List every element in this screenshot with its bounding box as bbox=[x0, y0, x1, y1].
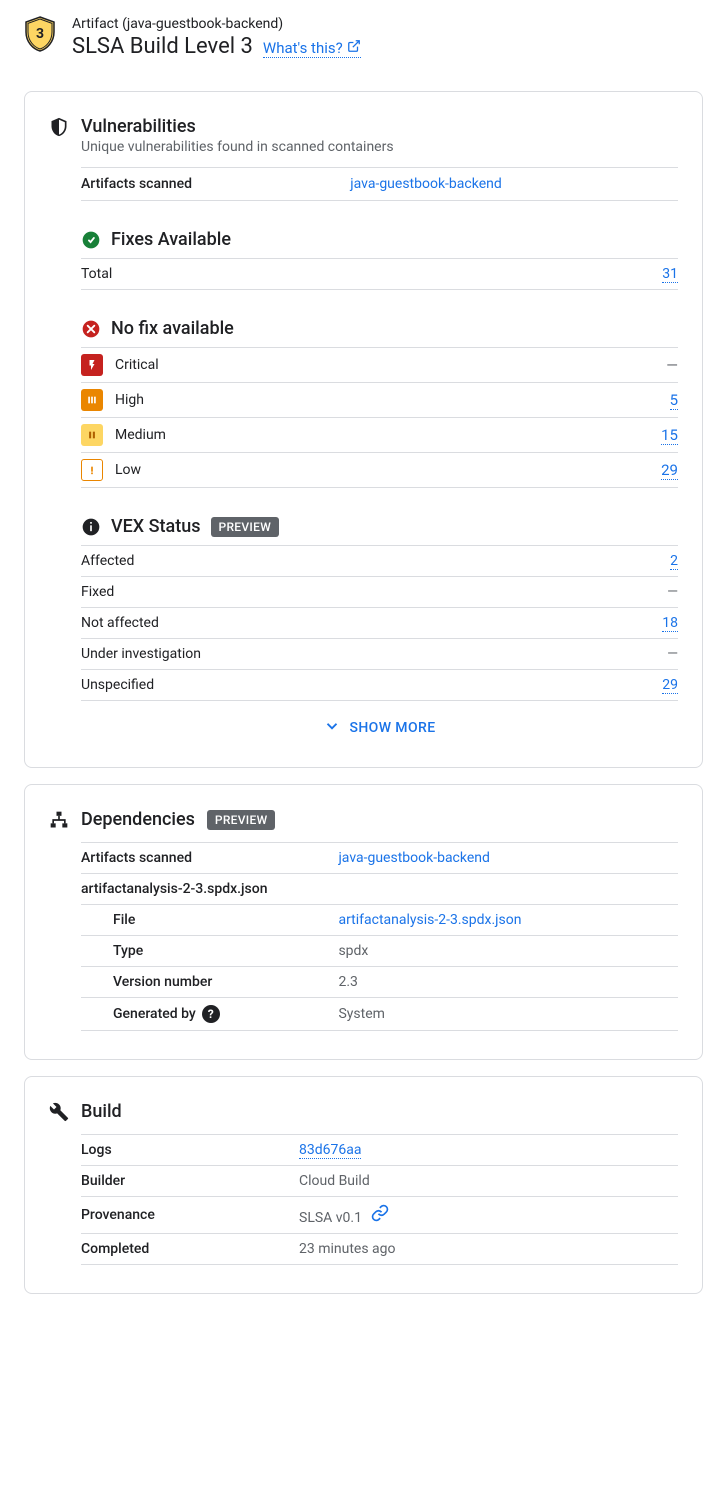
deps-file-header-row: artifactanalysis-2-3.spdx.json bbox=[81, 874, 678, 905]
deps-generated-row: Generated by? System bbox=[81, 998, 678, 1031]
vex-underinv-row: Under investigation— bbox=[81, 639, 678, 670]
no-fix-section: No fix available Critical — High 5 bbox=[81, 318, 678, 488]
page-header: 3 Artifact (java-guestbook-backend) SLSA… bbox=[0, 16, 727, 75]
dependencies-title: Dependencies bbox=[81, 809, 195, 830]
vex-unspecified-link[interactable]: 29 bbox=[662, 677, 678, 694]
build-provenance-value: SLSA v0.1 bbox=[299, 1210, 362, 1226]
chevron-down-icon bbox=[323, 717, 341, 739]
dependencies-card: Dependencies PREVIEW Artifacts scanned j… bbox=[24, 784, 703, 1060]
medium-icon bbox=[81, 424, 103, 446]
deps-type-row: Type spdx bbox=[81, 936, 678, 967]
no-fix-title: No fix available bbox=[111, 318, 234, 339]
check-circle-icon bbox=[81, 230, 101, 250]
info-icon bbox=[81, 517, 101, 537]
vex-notaffected-link[interactable]: 18 bbox=[662, 615, 678, 632]
vex-unspecified-row: Unspecified29 bbox=[81, 670, 678, 701]
error-circle-icon bbox=[81, 319, 101, 339]
external-link-icon bbox=[347, 39, 361, 57]
page-title: SLSA Build Level 3 bbox=[72, 34, 253, 59]
severity-low-row: Low 29 bbox=[81, 452, 678, 488]
help-icon[interactable]: ? bbox=[202, 1005, 220, 1023]
build-completed-row: Completed 23 minutes ago bbox=[81, 1234, 678, 1265]
vex-underinv-value: — bbox=[667, 646, 678, 662]
deps-generated-value: System bbox=[338, 998, 678, 1031]
artifacts-scanned-label: Artifacts scanned bbox=[81, 168, 280, 201]
low-count-link[interactable]: 29 bbox=[661, 461, 678, 480]
slsa-badge-icon: 3 bbox=[24, 16, 56, 52]
fixes-total-link[interactable]: 31 bbox=[662, 266, 678, 283]
build-completed-value: 23 minutes ago bbox=[299, 1234, 678, 1265]
deps-file-link[interactable]: artifactanalysis-2-3.spdx.json bbox=[338, 912, 521, 928]
high-count-link[interactable]: 5 bbox=[670, 391, 678, 410]
build-builder-row: Builder Cloud Build bbox=[81, 1166, 678, 1197]
deps-file-row: File artifactanalysis-2-3.spdx.json bbox=[81, 905, 678, 936]
tree-icon bbox=[49, 810, 69, 830]
preview-chip: PREVIEW bbox=[207, 810, 276, 830]
vex-fixed-row: Fixed— bbox=[81, 577, 678, 608]
build-builder-value: Cloud Build bbox=[299, 1166, 678, 1197]
severity-critical-row: Critical — bbox=[81, 347, 678, 382]
severity-high-row: High 5 bbox=[81, 382, 678, 417]
build-provenance-row: Provenance SLSA v0.1 bbox=[81, 1197, 678, 1234]
critical-count: — bbox=[666, 356, 678, 374]
fixes-available-section: Fixes Available Total 31 bbox=[81, 229, 678, 290]
build-logs-row: Logs 83d676aa bbox=[81, 1135, 678, 1166]
vulnerabilities-subtitle: Unique vulnerabilities found in scanned … bbox=[81, 139, 678, 155]
high-icon bbox=[81, 389, 103, 411]
link-icon[interactable] bbox=[371, 1204, 389, 1222]
shield-icon bbox=[49, 117, 69, 137]
fixes-total-row: Total 31 bbox=[81, 259, 678, 290]
build-card: Build Logs 83d676aa Builder Cloud Build … bbox=[24, 1076, 703, 1294]
deps-version-value: 2.3 bbox=[338, 967, 678, 998]
severity-list: Critical — High 5 Medium 15 bbox=[81, 347, 678, 488]
svg-text:3: 3 bbox=[36, 26, 44, 42]
severity-medium-row: Medium 15 bbox=[81, 417, 678, 452]
vulnerabilities-card: Vulnerabilities Unique vulnerabilities f… bbox=[24, 91, 703, 768]
artifacts-scanned-link[interactable]: java-guestbook-backend bbox=[350, 176, 501, 192]
vex-status-section: VEX Status PREVIEW Affected2 Fixed— Not … bbox=[81, 516, 678, 739]
preview-chip: PREVIEW bbox=[211, 517, 280, 537]
build-title: Build bbox=[81, 1101, 122, 1122]
deps-version-row: Version number 2.3 bbox=[81, 967, 678, 998]
deps-artifacts-row: Artifacts scanned java-guestbook-backend bbox=[81, 843, 678, 874]
vex-notaffected-row: Not affected18 bbox=[81, 608, 678, 639]
fixes-available-title: Fixes Available bbox=[111, 229, 231, 250]
wrench-icon bbox=[49, 1102, 69, 1122]
vex-status-title: VEX Status bbox=[111, 516, 201, 537]
low-icon bbox=[81, 459, 103, 481]
medium-count-link[interactable]: 15 bbox=[661, 426, 678, 445]
build-logs-link[interactable]: 83d676aa bbox=[299, 1142, 361, 1159]
vex-fixed-value: — bbox=[667, 584, 678, 600]
vex-affected-row: Affected2 bbox=[81, 546, 678, 577]
vulnerabilities-title: Vulnerabilities bbox=[81, 116, 196, 137]
artifact-name: Artifact (java-guestbook-backend) bbox=[72, 16, 703, 32]
show-more-button[interactable]: SHOW MORE bbox=[81, 701, 678, 739]
critical-icon bbox=[81, 354, 103, 376]
deps-artifacts-link[interactable]: java-guestbook-backend bbox=[338, 850, 489, 866]
artifacts-scanned-row: Artifacts scanned java-guestbook-backend bbox=[81, 167, 678, 201]
deps-type-value: spdx bbox=[338, 936, 678, 967]
whats-this-link[interactable]: What's this? bbox=[263, 39, 361, 58]
vex-affected-link[interactable]: 2 bbox=[670, 553, 678, 570]
